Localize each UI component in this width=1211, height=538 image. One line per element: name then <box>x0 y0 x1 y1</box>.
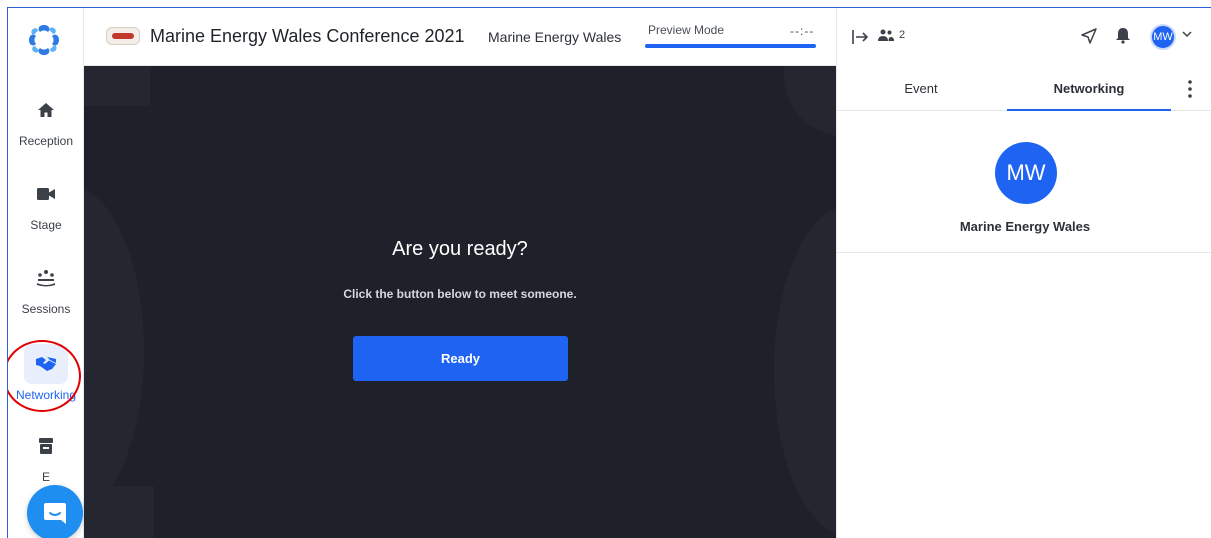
group-icon <box>24 258 68 298</box>
user-avatar[interactable]: MW <box>1150 24 1176 50</box>
ready-instructions: Click the button below to meet someone. <box>343 287 577 301</box>
sidebar-item-label: Sessions <box>21 302 71 316</box>
sidebar-item-label: E <box>41 470 50 484</box>
sidebar-item-label: Reception <box>18 134 74 148</box>
sidebar-item-label: Networking <box>15 388 77 402</box>
background-decoration <box>84 66 150 106</box>
divider <box>837 252 1211 253</box>
networking-stage: Are you ready? Click the button below to… <box>84 66 836 538</box>
chat-icon <box>44 503 66 524</box>
event-title: Marine Energy Wales Conference 2021 <box>150 26 465 46</box>
store-icon <box>24 426 68 466</box>
profile-avatar: MW <box>995 142 1057 204</box>
sidebar-item-sessions[interactable]: Sessions <box>8 258 84 316</box>
right-panel: 2 MW Event Networking MW Marine Energy W… <box>836 8 1211 538</box>
organizer-name[interactable]: Marine Energy Wales <box>488 29 621 45</box>
right-panel-toolbar: 2 MW <box>837 8 1211 66</box>
sidebar-item-networking[interactable]: Networking <box>8 344 84 402</box>
sidebar-item-expo[interactable]: E <box>8 426 84 484</box>
event-logo-icon <box>106 27 140 45</box>
collapse-panel-icon[interactable] <box>851 28 869 46</box>
tab-event[interactable]: Event <box>863 74 979 111</box>
left-sidebar: Reception Stage Sessions Networking E <box>8 8 84 538</box>
app-logo-icon[interactable] <box>26 22 62 58</box>
chevron-down-icon[interactable] <box>1182 30 1192 38</box>
sidebar-item-reception[interactable]: Reception <box>8 90 84 148</box>
handshake-icon <box>24 344 68 384</box>
video-camera-icon <box>24 174 68 214</box>
attendee-count: 2 <box>899 29 906 41</box>
preview-progress-bar <box>645 44 816 48</box>
sidebar-item-stage[interactable]: Stage <box>8 174 84 232</box>
panel-tabs: Event Networking <box>837 74 1211 111</box>
profile-name: Marine Energy Wales <box>959 219 1091 234</box>
sidebar-item-label: Stage <box>30 218 62 232</box>
background-decoration <box>84 186 144 516</box>
ready-button[interactable]: Ready <box>353 336 568 381</box>
attendees-icon[interactable] <box>877 28 895 42</box>
chat-launcher-button[interactable] <box>27 485 83 538</box>
preview-mode-label: Preview Mode <box>648 23 725 37</box>
background-decoration <box>84 486 154 538</box>
send-icon[interactable] <box>1080 27 1098 45</box>
home-icon <box>24 90 68 130</box>
ready-heading: Are you ready? <box>392 238 528 260</box>
more-options-icon[interactable] <box>1185 78 1195 100</box>
event-header: Marine Energy Wales Conference 2021 Mari… <box>84 8 836 66</box>
background-decoration <box>784 66 836 136</box>
preview-timer: --:-- <box>790 24 815 38</box>
tab-networking[interactable]: Networking <box>1007 74 1171 111</box>
app-window: Reception Stage Sessions Networking E Ma… <box>7 7 1211 538</box>
notifications-bell-icon[interactable] <box>1115 26 1131 44</box>
